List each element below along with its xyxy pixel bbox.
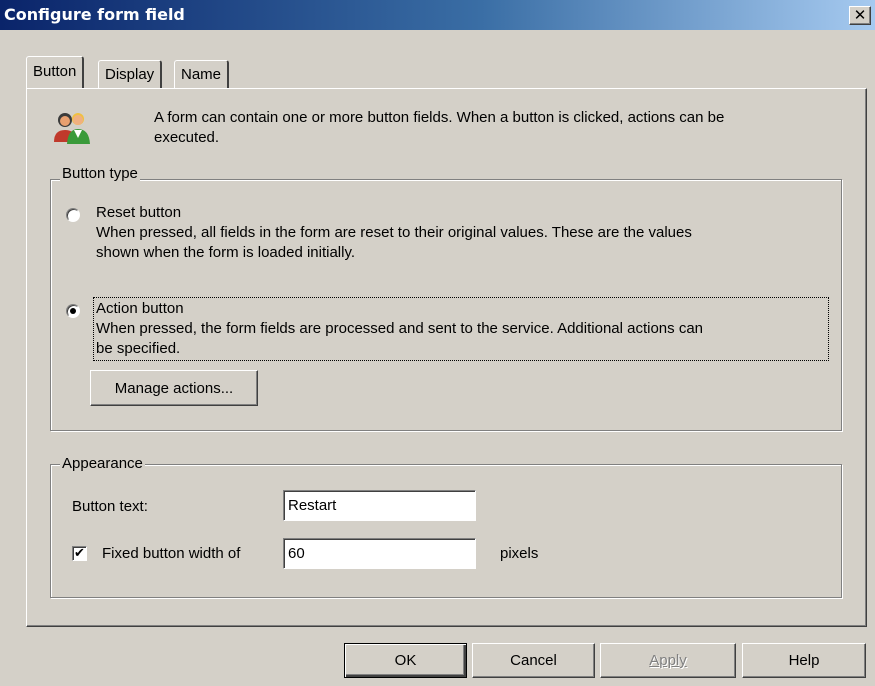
fixed-width-input[interactable]: 60 [283,538,476,569]
close-button[interactable]: ✕ [849,6,871,25]
help-label: Help [788,652,820,669]
tab-button[interactable]: Button [26,56,85,88]
window-title: Configure form field [4,5,185,24]
ok-button[interactable]: OK [344,643,467,678]
radio-selected-dot [70,308,76,314]
action-button-desc-1: When pressed, the form fields are proces… [96,320,704,337]
pixels-unit-label: pixels [500,545,539,562]
reset-button-label: Reset button [96,204,182,221]
appearance-group [50,464,842,598]
info-line-1: A form can contain one or more button fi… [154,109,725,126]
tab-display[interactable]: Display [98,60,163,88]
action-button-option[interactable]: Action button When pressed, the form fie… [93,297,829,361]
tab-button-label: Button [33,63,77,80]
configure-form-field-dialog: Configure form field ✕ Button Display Na… [0,0,875,686]
fixed-width-label: Fixed button width of [102,545,241,562]
tab-name-label: Name [181,66,222,83]
tab-name[interactable]: Name [174,60,230,88]
reset-button-desc-1: When pressed, all fields in the form are… [96,224,692,241]
checkmark-icon: ✔ [74,546,85,561]
tab-display-label: Display [105,66,155,83]
reset-button-radio[interactable] [66,208,80,222]
manage-actions-button[interactable]: Manage actions... [90,370,258,406]
title-bar[interactable]: Configure form field ✕ [0,0,875,30]
fixed-width-checkbox[interactable]: ✔ [72,546,87,561]
apply-button[interactable]: Apply [600,643,736,678]
close-icon: ✕ [853,6,867,24]
action-button-radio[interactable] [66,304,80,318]
apply-label: Apply [649,652,687,669]
button-text-input[interactable]: Restart [283,490,476,521]
users-icon [54,113,90,144]
action-button-desc-2: be specified. [96,340,181,357]
help-button[interactable]: Help [742,643,866,678]
info-line-2: executed. [154,129,220,146]
reset-button-option[interactable]: Reset button When pressed, all fields in… [96,203,836,263]
info-text: A form can contain one or more button fi… [154,108,854,148]
ok-label: OK [394,652,417,669]
appearance-legend: Appearance [60,455,145,473]
action-button-label: Action button [96,300,184,317]
button-text-label: Button text: [72,498,148,515]
reset-button-desc-2: shown when the form is loaded initially. [96,244,356,261]
button-type-legend: Button type [60,165,140,183]
manage-actions-label: Manage actions... [114,379,234,397]
cancel-label: Cancel [510,652,557,669]
cancel-button[interactable]: Cancel [472,643,595,678]
